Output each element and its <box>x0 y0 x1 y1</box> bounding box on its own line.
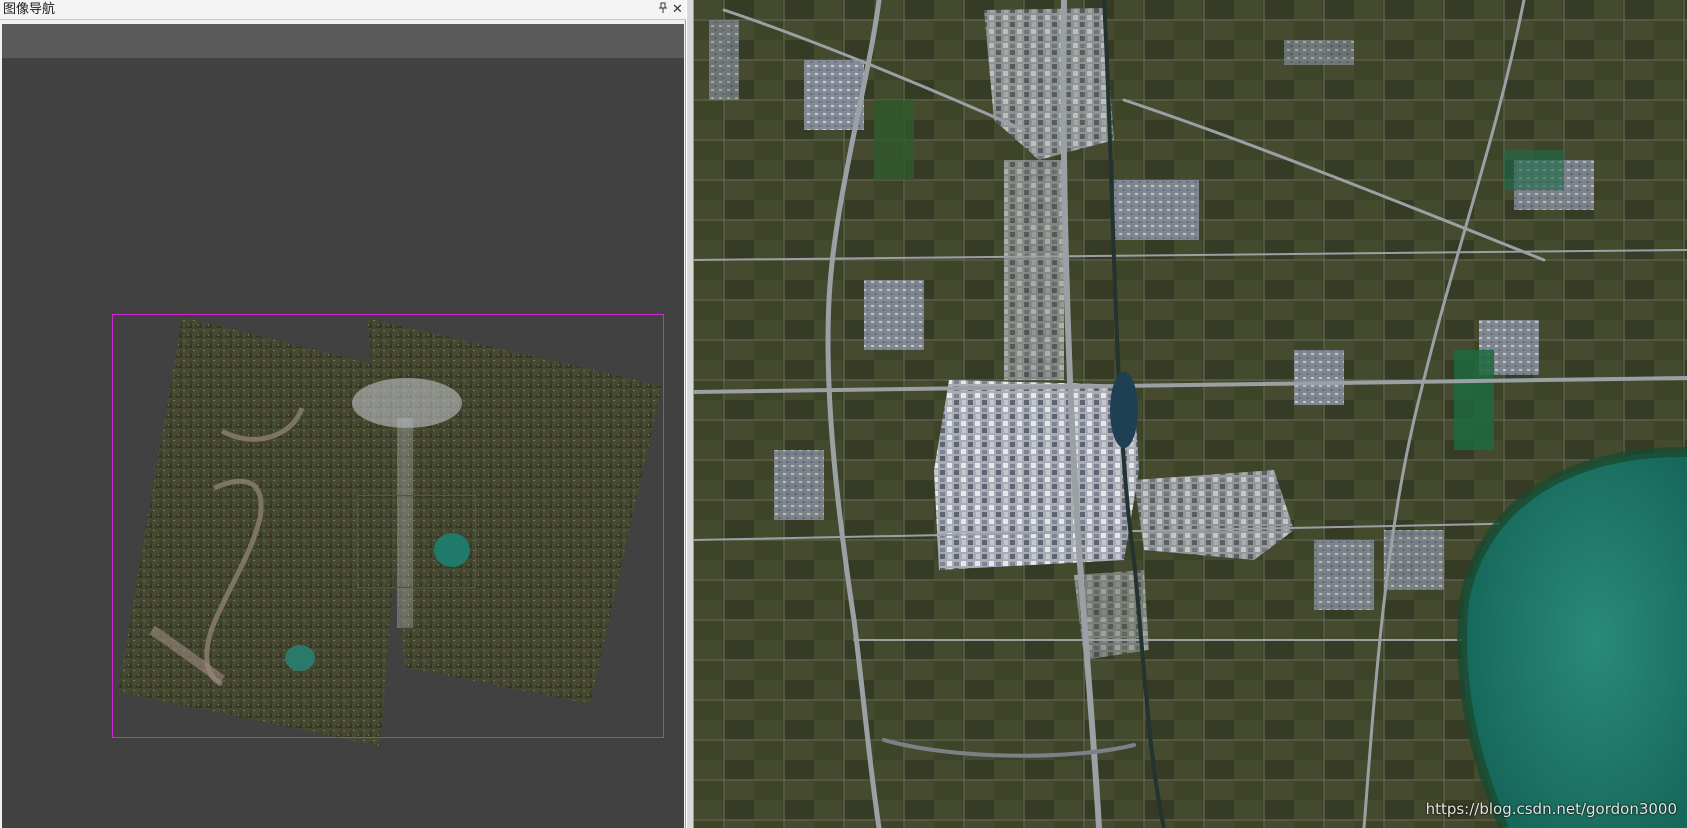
pane-splitter[interactable] <box>686 0 694 828</box>
pane-title-bar[interactable]: 图像导航 ✕ <box>0 0 686 20</box>
town-center <box>934 380 1139 570</box>
navigation-canvas[interactable] <box>2 58 684 828</box>
watermark-text: https://blog.csdn.net/gordon3000 <box>1425 800 1677 818</box>
image-navigation-pane: 图像导航 ✕ <box>0 0 686 828</box>
satellite-image <box>694 0 1687 828</box>
pin-icon[interactable] <box>655 2 670 17</box>
pane-title: 图像导航 <box>3 2 56 17</box>
close-icon[interactable]: ✕ <box>670 2 685 17</box>
current-view-rectangle[interactable] <box>357 495 476 588</box>
main-image-view[interactable]: https://blog.csdn.net/gordon3000 <box>694 0 1687 828</box>
navigation-toolbar <box>2 24 684 58</box>
